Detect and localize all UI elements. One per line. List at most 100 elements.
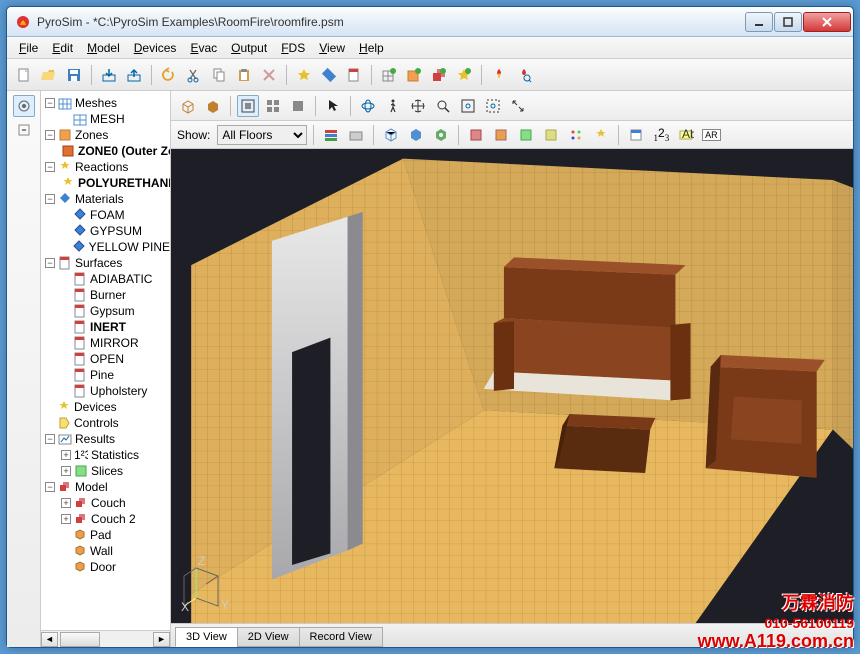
tree-item[interactable]: MESH <box>41 111 170 127</box>
tree-item[interactable]: −Meshes <box>41 95 170 111</box>
new-group-button[interactable] <box>428 64 450 86</box>
new-mesh-button[interactable] <box>378 64 400 86</box>
select-tool[interactable] <box>322 95 344 117</box>
config-button[interactable] <box>13 95 35 117</box>
show-particles-button[interactable] <box>590 124 612 146</box>
menu-fds[interactable]: FDS <box>275 39 311 57</box>
tree-item[interactable]: Wall <box>41 543 170 559</box>
export-button[interactable] <box>123 64 145 86</box>
show-obst-button[interactable] <box>405 124 427 146</box>
new-zone-button[interactable] <box>403 64 425 86</box>
new-device-button[interactable] <box>453 64 475 86</box>
tree-item[interactable]: +Couch 2 <box>41 511 170 527</box>
stats-button[interactable]: 123 <box>650 124 672 146</box>
show-mesh-button[interactable] <box>380 124 402 146</box>
tree-item[interactable]: −Results <box>41 431 170 447</box>
tree-item[interactable]: ZONE0 (Outer Zo <box>41 143 170 159</box>
snap-grid-button[interactable] <box>565 124 587 146</box>
tree-item[interactable]: +Couch <box>41 495 170 511</box>
new-button[interactable] <box>13 64 35 86</box>
labels-button[interactable]: Ab <box>675 124 697 146</box>
zoom-tool[interactable] <box>432 95 454 117</box>
delete-button[interactable] <box>258 64 280 86</box>
tree-expander[interactable]: − <box>45 482 55 492</box>
edit-materials-button[interactable] <box>318 64 340 86</box>
tree-expander[interactable]: + <box>61 466 71 476</box>
view-top-button[interactable] <box>625 124 647 146</box>
tab-record-view[interactable]: Record View <box>299 627 383 647</box>
tree-item[interactable]: Controls <box>41 415 170 431</box>
tree-item[interactable]: Devices <box>41 399 170 415</box>
tree-item[interactable]: GYPSUM <box>41 223 170 239</box>
tree-item[interactable]: Burner <box>41 287 170 303</box>
maximize-button[interactable] <box>774 12 802 32</box>
reset-view-button[interactable] <box>507 95 529 117</box>
tree-item[interactable]: OPEN <box>41 351 170 367</box>
clip-button[interactable] <box>345 124 367 146</box>
menu-model[interactable]: Model <box>81 39 126 57</box>
edit-surfaces-button[interactable] <box>343 64 365 86</box>
show-devices-button[interactable] <box>430 124 452 146</box>
save-button[interactable] <box>63 64 85 86</box>
tree-item[interactable]: ADIABATIC <box>41 271 170 287</box>
tree-item[interactable]: FOAM <box>41 207 170 223</box>
tree-expander[interactable]: + <box>61 498 71 508</box>
tree-item[interactable]: INERT <box>41 319 170 335</box>
tree-expander[interactable]: − <box>45 194 55 204</box>
tree-item[interactable]: −Reactions <box>41 159 170 175</box>
solid-button[interactable] <box>202 95 224 117</box>
zoom-extents-button[interactable] <box>457 95 479 117</box>
tree-item[interactable]: Gypsum <box>41 303 170 319</box>
floor-dropdown[interactable]: All Floors <box>217 125 307 145</box>
menu-output[interactable]: Output <box>225 39 273 57</box>
menu-devices[interactable]: Devices <box>128 39 183 57</box>
minimize-button[interactable] <box>745 12 773 32</box>
tree-item[interactable]: −Surfaces <box>41 255 170 271</box>
tree-item[interactable]: +Slices <box>41 463 170 479</box>
tree-item[interactable]: MIRROR <box>41 335 170 351</box>
tree-expander[interactable]: − <box>45 162 55 172</box>
tree-hscrollbar[interactable]: ◄► <box>41 630 170 647</box>
floors-button[interactable] <box>320 124 342 146</box>
undo-button[interactable] <box>158 64 180 86</box>
cut-button[interactable] <box>183 64 205 86</box>
copy-button[interactable] <box>208 64 230 86</box>
collapse-button[interactable] <box>13 119 35 141</box>
show-vents-button[interactable] <box>490 124 512 146</box>
tree-item[interactable]: Door <box>41 559 170 575</box>
tree-expander[interactable]: + <box>61 450 71 460</box>
menu-edit[interactable]: Edit <box>46 39 79 57</box>
tree-item[interactable]: Pad <box>41 527 170 543</box>
show-bnd-button[interactable] <box>540 124 562 146</box>
walk-tool[interactable] <box>382 95 404 117</box>
tab-3d-view[interactable]: 3D View <box>175 627 238 647</box>
tree-expander[interactable]: − <box>45 130 55 140</box>
outline-button[interactable] <box>237 95 259 117</box>
tree-item[interactable]: −Materials <box>41 191 170 207</box>
tab-2d-view[interactable]: 2D View <box>237 627 300 647</box>
open-button[interactable] <box>38 64 60 86</box>
tree-item[interactable]: YELLOW PINE <box>41 239 170 255</box>
pan-tool[interactable] <box>407 95 429 117</box>
3d-canvas[interactable]: Z Y X <box>171 149 853 623</box>
menu-evac[interactable]: Evac <box>184 39 223 57</box>
nav-tree[interactable]: −MeshesMESH−ZonesZONE0 (Outer Zo−Reactio… <box>41 91 170 630</box>
menu-file[interactable]: File <box>13 39 44 57</box>
show-slices-button[interactable] <box>515 124 537 146</box>
edit-reactions-button[interactable] <box>293 64 315 86</box>
group-view-button[interactable] <box>262 95 284 117</box>
tree-item[interactable]: Pine <box>41 367 170 383</box>
tree-expander[interactable]: − <box>45 258 55 268</box>
tree-expander[interactable]: + <box>61 514 71 524</box>
tree-item[interactable]: Upholstery <box>41 383 170 399</box>
menu-help[interactable]: Help <box>353 39 390 57</box>
orbit-tool[interactable] <box>357 95 379 117</box>
run-fds-button[interactable] <box>488 64 510 86</box>
wireframe-button[interactable] <box>177 95 199 117</box>
tree-item[interactable]: +1²3Statistics <box>41 447 170 463</box>
import-button[interactable] <box>98 64 120 86</box>
single-view-button[interactable] <box>287 95 309 117</box>
show-holes-button[interactable] <box>465 124 487 146</box>
tree-item[interactable]: −Zones <box>41 127 170 143</box>
zoom-selection-button[interactable] <box>482 95 504 117</box>
